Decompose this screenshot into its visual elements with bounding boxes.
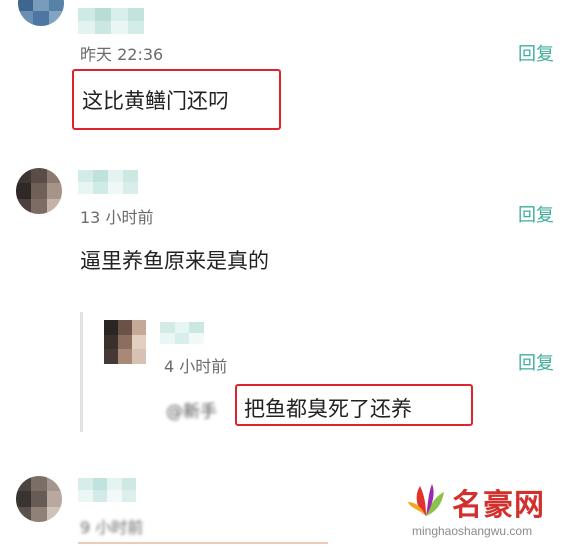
username-redacted bbox=[78, 8, 144, 34]
watermark: 名豪网 minghaoshangwu.com bbox=[404, 474, 574, 544]
comment-time: 13 小时前 bbox=[80, 208, 154, 227]
username-redacted bbox=[160, 322, 204, 344]
mention-link[interactable]: @新手 bbox=[166, 397, 217, 422]
reply-button[interactable]: 回复 bbox=[518, 349, 554, 375]
reply-button[interactable]: 回复 bbox=[518, 40, 554, 66]
username-redacted bbox=[78, 170, 138, 194]
sub-reply-time: 4 小时前 bbox=[164, 357, 228, 376]
thread-line bbox=[80, 312, 83, 432]
divider bbox=[78, 542, 328, 544]
avatar[interactable] bbox=[16, 168, 62, 214]
comment-text: 逼里养鱼原来是真的 bbox=[80, 249, 269, 273]
comment-time: 昨天 22:36 bbox=[80, 45, 164, 64]
watermark-url: minghaoshangwu.com bbox=[412, 524, 533, 538]
avatar[interactable] bbox=[16, 476, 62, 522]
comment-text: 这比黄鳝门还叼 bbox=[82, 89, 229, 113]
comment-time: 9 小时前 bbox=[80, 518, 144, 537]
avatar[interactable] bbox=[18, 0, 64, 26]
sub-reply-text: 把鱼都臭死了还养 bbox=[244, 397, 412, 421]
avatar[interactable] bbox=[104, 320, 146, 364]
username-redacted bbox=[78, 478, 136, 502]
reply-button[interactable]: 回复 bbox=[518, 201, 554, 227]
watermark-name: 名豪网 bbox=[452, 488, 545, 523]
leaf-logo-icon bbox=[408, 484, 444, 516]
